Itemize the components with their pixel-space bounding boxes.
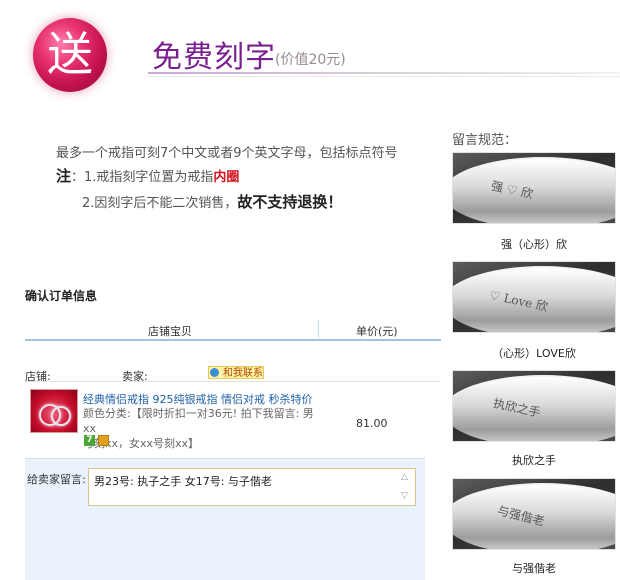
chat-icon bbox=[210, 368, 219, 377]
note-2-bold: 故不支持退换！ bbox=[237, 193, 343, 211]
chevron-down-icon[interactable]: ▽ bbox=[401, 491, 408, 501]
product-attr-line-1: 颜色分类:【限时折扣一对36元! 拍下我留言: 男xx bbox=[83, 407, 314, 435]
title-divider-thin bbox=[148, 76, 620, 77]
example-caption: 与强偕老 bbox=[512, 562, 556, 575]
product-price: 81.00 bbox=[356, 417, 388, 430]
product-name-link[interactable]: 经典情侣戒指 925纯银戒指 情侣对戒 秒杀特价 男... bbox=[83, 391, 313, 407]
note-label: 注 bbox=[56, 167, 72, 185]
ring-example-image: 执欣之手 bbox=[452, 370, 616, 442]
ring-example-image: 与强偕老 bbox=[452, 478, 616, 550]
column-price: 单价(元) bbox=[356, 325, 398, 338]
product-thumbnail[interactable] bbox=[30, 389, 78, 433]
example-caption: （心形）LOVE欣 bbox=[492, 347, 576, 360]
page-title: 免费刻字 bbox=[152, 40, 276, 75]
column-separator bbox=[318, 320, 319, 338]
seven-day-return-icon: 7 bbox=[84, 435, 95, 446]
row-divider bbox=[25, 381, 441, 382]
column-item: 店铺宝贝 bbox=[148, 325, 192, 338]
note-1-highlight: 内圈 bbox=[213, 170, 240, 185]
note-line-2: 2.因刻字后不能二次销售，故不支持退换！ bbox=[82, 191, 342, 212]
example-caption: 强（心形）欣 bbox=[501, 238, 567, 251]
engrave-limit-text: 最多一个戒指可刻7个中文或者9个英文字母，包括标点符号 bbox=[56, 146, 398, 161]
service-badge-icon bbox=[98, 435, 109, 446]
ring-example-image: 强 ♡ 欣 bbox=[452, 152, 616, 224]
note-1-text: ：1.戒指刻字位置为戒指 bbox=[71, 170, 214, 185]
price-note: (价值20元) bbox=[275, 52, 346, 68]
message-label: 给卖家留言: bbox=[27, 473, 86, 486]
ring-example-image: ♡ Love 欣 bbox=[452, 261, 616, 333]
examples-heading: 留言规范： bbox=[452, 133, 518, 148]
note-line-1: 注：1.戒指刻字位置为戒指内圈 bbox=[56, 165, 239, 186]
title-divider bbox=[148, 72, 620, 74]
product-attributes: 颜色分类:【限时折扣一对36元! 拍下我留言: 男xx 号刻xx，女xx号刻xx… bbox=[83, 406, 318, 451]
ring-icon bbox=[51, 406, 71, 426]
chevron-up-icon[interactable]: △ bbox=[401, 472, 408, 482]
gift-badge-text: 送 bbox=[47, 27, 93, 81]
product-attr-line-2: 号刻xx，女xx号刻xx】 bbox=[83, 437, 200, 450]
example-caption: 执欣之手 bbox=[512, 454, 556, 467]
note-2-text: 2.因刻字后不能二次销售， bbox=[82, 196, 238, 211]
order-section-title: 确认订单信息 bbox=[25, 289, 98, 303]
seller-message-input[interactable]: 男23号: 执子之手 女17号: 与子偕老 bbox=[88, 468, 416, 506]
